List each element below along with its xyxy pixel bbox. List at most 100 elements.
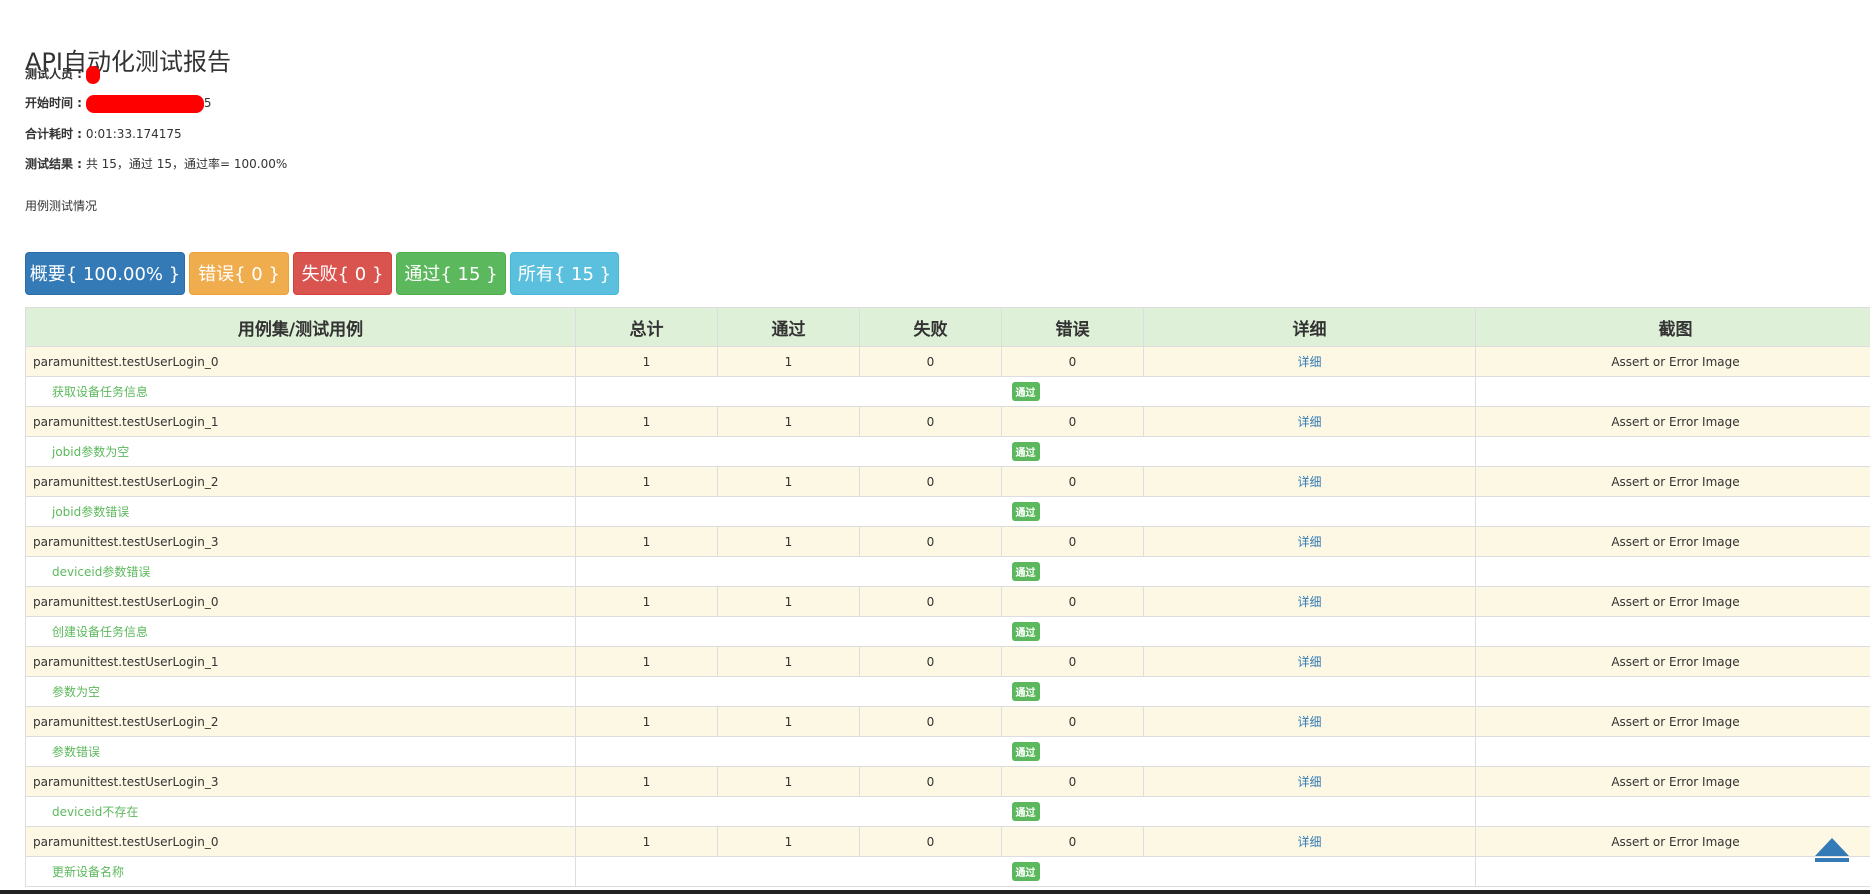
- detail-cell: 详细: [1143, 346, 1476, 377]
- detail-link[interactable]: 详细: [1297, 655, 1321, 669]
- passed-filter-button[interactable]: 通过{ 15 }: [396, 252, 506, 295]
- status-cell: 通过: [575, 556, 1476, 587]
- table-row: deviceid参数错误 通过: [25, 556, 1870, 587]
- fail-count: 0: [859, 406, 1002, 437]
- triangle-up-icon: [1815, 838, 1849, 862]
- table-row: deviceid不存在 通过: [25, 796, 1870, 827]
- header-total: 总计: [575, 307, 718, 347]
- error-count: 0: [1001, 706, 1144, 737]
- pass-status-badge[interactable]: 通过: [1011, 382, 1040, 401]
- pass-status-badge[interactable]: 通过: [1011, 562, 1040, 581]
- back-to-top-button[interactable]: [1813, 836, 1851, 864]
- total-count: 1: [575, 346, 718, 377]
- screenshot-cell: Assert or Error Image: [1475, 526, 1870, 557]
- screenshot-empty-cell: [1475, 676, 1870, 707]
- result-value: 共 15，通过 15，通过率= 100.00%: [85, 157, 288, 171]
- screenshot-cell: Assert or Error Image: [1475, 466, 1870, 497]
- summary-button[interactable]: 概要{ 100.00% }: [25, 252, 185, 295]
- table-row: paramunittest.testUserLogin_3 1 1 0 0 详细 Asser…: [25, 766, 1870, 797]
- error-count: 0: [1001, 826, 1144, 857]
- error-filter-button[interactable]: 错误{ 0 }: [189, 252, 289, 295]
- result-label: 测试结果 :: [25, 157, 82, 171]
- total-count: 1: [575, 766, 718, 797]
- error-count: 0: [1001, 646, 1144, 677]
- detail-link[interactable]: 详细: [1297, 595, 1321, 609]
- filter-button-group: 概要{ 100.00% } 错误{ 0 } 失败{ 0 } 通过{ 15 } 所…: [25, 252, 619, 295]
- pass-status-badge[interactable]: 通过: [1011, 802, 1040, 821]
- fail-count: 0: [859, 706, 1002, 737]
- start-time-label: 开始时间 :: [25, 96, 82, 110]
- test-case-name: jobid参数错误: [25, 496, 576, 527]
- duration-info: 合计耗时 : 0:01:33.174175: [25, 125, 182, 142]
- suite-name: paramunittest.testUserLogin_1: [25, 646, 576, 677]
- pass-status-badge[interactable]: 通过: [1011, 442, 1040, 461]
- detail-link[interactable]: 详细: [1297, 535, 1321, 549]
- screenshot-cell: Assert or Error Image: [1475, 706, 1870, 737]
- detail-cell: 详细: [1143, 586, 1476, 617]
- fail-count: 0: [859, 586, 1002, 617]
- total-count: 1: [575, 646, 718, 677]
- fail-count: 0: [859, 766, 1002, 797]
- detail-cell: 详细: [1143, 706, 1476, 737]
- suite-name: paramunittest.testUserLogin_2: [25, 466, 576, 497]
- header-pass: 通过: [717, 307, 860, 347]
- detail-link[interactable]: 详细: [1297, 835, 1321, 849]
- header-fail: 失败: [859, 307, 1002, 347]
- screenshot-empty-cell: [1475, 796, 1870, 827]
- pass-count: 1: [717, 766, 860, 797]
- tester-label: 测试人员 :: [25, 67, 82, 81]
- fail-count: 0: [859, 346, 1002, 377]
- start-time-redaction: [85, 94, 204, 113]
- pass-status-badge[interactable]: 通过: [1011, 502, 1040, 521]
- screenshot-cell: Assert or Error Image: [1475, 646, 1870, 677]
- pass-status-badge[interactable]: 通过: [1011, 742, 1040, 761]
- detail-cell: 详细: [1143, 646, 1476, 677]
- pass-count: 1: [717, 706, 860, 737]
- pass-status-badge[interactable]: 通过: [1011, 682, 1040, 701]
- table-row: 参数错误 通过: [25, 736, 1870, 767]
- table-header-row: 用例集/测试用例 总计 通过 失败 错误 详细 截图: [25, 307, 1870, 347]
- pass-count: 1: [717, 646, 860, 677]
- error-count: 0: [1001, 406, 1144, 437]
- header-detail: 详细: [1143, 307, 1476, 347]
- duration-value: 0:01:33.174175: [85, 127, 182, 141]
- status-cell: 通过: [575, 736, 1476, 767]
- result-info: 测试结果 : 共 15，通过 15，通过率= 100.00%: [25, 155, 287, 172]
- detail-link[interactable]: 详细: [1297, 415, 1321, 429]
- start-time-info: 开始时间 : 5: [25, 94, 211, 113]
- fail-count: 0: [859, 826, 1002, 857]
- failed-filter-button[interactable]: 失败{ 0 }: [293, 252, 392, 295]
- duration-label: 合计耗时 :: [25, 127, 82, 141]
- screenshot-cell: Assert or Error Image: [1475, 826, 1870, 857]
- status-cell: 通过: [575, 676, 1476, 707]
- table-row: 更新设备名称 通过: [25, 856, 1870, 887]
- all-filter-button[interactable]: 所有{ 15 }: [510, 252, 619, 295]
- pass-status-badge[interactable]: 通过: [1011, 622, 1040, 641]
- status-cell: 通过: [575, 856, 1476, 887]
- table-row: paramunittest.testUserLogin_2 1 1 0 0 详细 Asser…: [25, 466, 1870, 497]
- error-count: 0: [1001, 586, 1144, 617]
- detail-cell: 详细: [1143, 406, 1476, 437]
- fail-count: 0: [859, 526, 1002, 557]
- screenshot-empty-cell: [1475, 436, 1870, 467]
- total-count: 1: [575, 826, 718, 857]
- test-case-name: deviceid不存在: [25, 796, 576, 827]
- total-count: 1: [575, 466, 718, 497]
- suite-name: paramunittest.testUserLogin_0: [25, 346, 576, 377]
- detail-cell: 详细: [1143, 826, 1476, 857]
- detail-link[interactable]: 详细: [1297, 355, 1321, 369]
- header-screenshot: 截图: [1475, 307, 1870, 347]
- results-table: 用例集/测试用例 总计 通过 失败 错误 详细 截图 paramunittest…: [25, 307, 1870, 887]
- pass-count: 1: [717, 526, 860, 557]
- pass-count: 1: [717, 406, 860, 437]
- test-case-name: jobid参数为空: [25, 436, 576, 467]
- status-cell: 通过: [575, 796, 1476, 827]
- screenshot-empty-cell: [1475, 616, 1870, 647]
- detail-link[interactable]: 详细: [1297, 475, 1321, 489]
- screenshot-empty-cell: [1475, 556, 1870, 587]
- pass-status-badge[interactable]: 通过: [1011, 862, 1040, 881]
- detail-link[interactable]: 详细: [1297, 715, 1321, 729]
- detail-link[interactable]: 详细: [1297, 775, 1321, 789]
- table-row: paramunittest.testUserLogin_0 1 1 0 0 详细 Asser…: [25, 586, 1870, 617]
- test-case-name: 参数为空: [25, 676, 576, 707]
